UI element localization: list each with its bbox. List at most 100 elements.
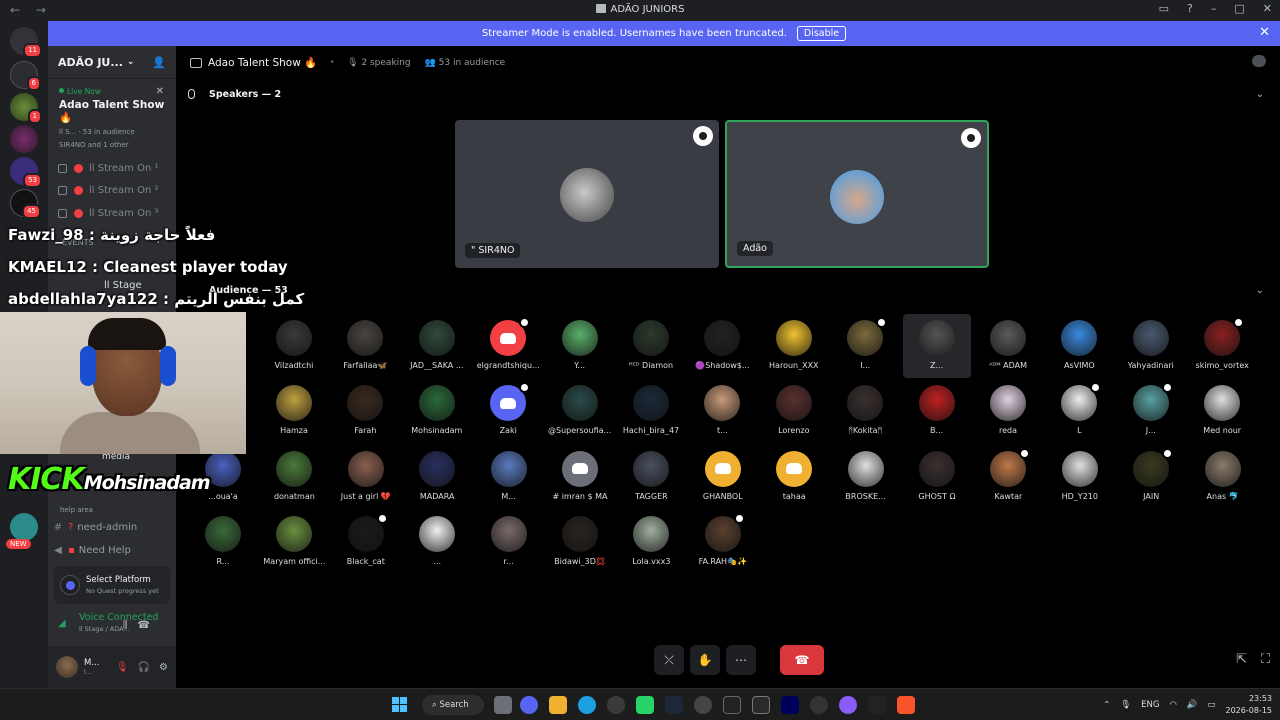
audience-member[interactable]: HD_Y210 (1046, 445, 1114, 509)
soundboard-icon[interactable]: ⫼ (123, 620, 138, 631)
whatsapp-icon[interactable] (636, 696, 654, 714)
wifi-icon[interactable]: ◠ (1169, 700, 1176, 710)
audience-member[interactable]: Kawtar (974, 445, 1042, 509)
audience-member[interactable]: Z... (902, 314, 971, 378)
channel-need-admin[interactable]: #? need-admin (48, 522, 137, 533)
audience-member[interactable]: elgrandtshiqu... (474, 314, 542, 378)
maximize-button[interactable]: □ (1234, 2, 1244, 15)
disconnect-button[interactable]: ☎ (780, 645, 824, 675)
app-icon[interactable] (723, 696, 741, 714)
windows-start-icon[interactable] (392, 697, 407, 712)
audience-member[interactable]: r... (475, 510, 543, 574)
mic-muted-icon[interactable]: 🎙 (116, 662, 129, 673)
channel-item[interactable]: ll Stream On ³ (48, 202, 176, 225)
audience-member[interactable]: Lorenzo (760, 379, 828, 443)
inbox-icon[interactable]: ▭ (1159, 2, 1169, 15)
chevron-up-icon[interactable]: ⌃ (1103, 700, 1110, 710)
channel-need-help[interactable]: ◀ ▪ Need Help (48, 545, 131, 556)
help-icon[interactable]: ? (1187, 2, 1193, 15)
disconnect-icon[interactable]: ☎ (138, 620, 160, 631)
file-explorer-icon[interactable] (549, 696, 567, 714)
audience-member[interactable]: BROSKE... (832, 445, 900, 509)
popout-icon[interactable]: ⇱ (1236, 652, 1247, 667)
audience-member[interactable]: B... (903, 379, 971, 443)
channel-item[interactable]: ll Stream On ¹ (48, 157, 176, 180)
audience-member[interactable]: FA.RAH🎭✨ (689, 510, 757, 574)
audience-member[interactable]: Mohsinadam (403, 379, 471, 443)
audience-member[interactable]: Y... (546, 314, 614, 378)
audience-member[interactable]: Bidawi_3D💢 (546, 510, 614, 574)
brave-icon[interactable] (897, 696, 915, 714)
mic-icon[interactable]: 🎙 (1120, 700, 1131, 710)
speakers-section-header[interactable]: Speakers — 2 ⌄ (188, 84, 1264, 104)
close-icon[interactable]: ✕ (156, 86, 164, 97)
raise-hand-icon[interactable]: ✋ (690, 645, 720, 675)
headset-icon[interactable]: 🎧 (138, 662, 150, 673)
taskbar-search[interactable]: ⌕ Search (422, 695, 484, 715)
audience-member[interactable]: t... (688, 379, 756, 443)
more-options-icon[interactable]: ⋯ (726, 645, 756, 675)
audience-member[interactable]: MADARA (403, 445, 471, 509)
audience-member[interactable]: Vilzadtchi (260, 314, 328, 378)
audience-member[interactable]: J... (1117, 379, 1185, 443)
speaker-tile[interactable]: Adão (725, 120, 989, 268)
audience-member[interactable]: 🟣Shadow$... (688, 314, 756, 378)
audience-member[interactable]: Farfallaa🦋 (331, 314, 399, 378)
volume-icon[interactable]: 🔊 (1187, 700, 1198, 710)
audience-member[interactable]: I... (831, 314, 899, 378)
speaker-tile[interactable]: " SIR4NO (455, 120, 719, 268)
task-view-icon[interactable] (494, 696, 512, 714)
premiere-icon[interactable] (781, 696, 799, 714)
audience-member[interactable]: ... (403, 510, 471, 574)
audience-member[interactable]: reda (974, 379, 1042, 443)
server-icon[interactable]: 6 (10, 61, 41, 91)
clock[interactable]: 23:53 2026-08-15 (1226, 693, 1273, 717)
audience-member[interactable]: JAIN (1117, 445, 1185, 509)
audience-member[interactable]: Farah (331, 379, 399, 443)
server-icon[interactable] (10, 125, 38, 153)
audience-member[interactable]: TAGGER (617, 445, 685, 509)
audience-member[interactable]: Just a girl 💔 (332, 445, 400, 509)
quest-card[interactable]: Select Platform No Quest progress yet (54, 566, 170, 604)
language-indicator[interactable]: ENG (1141, 700, 1159, 710)
audience-member[interactable]: Zaki (474, 379, 542, 443)
audience-member[interactable]: AsVIMO (1045, 314, 1113, 378)
server-icon[interactable] (10, 513, 38, 541)
minimize-button[interactable]: – (1211, 2, 1217, 15)
fullscreen-icon[interactable]: ⛶ (1261, 652, 1270, 667)
audience-member[interactable]: Maryam offici... (260, 510, 328, 574)
app-icon[interactable] (839, 696, 857, 714)
live-stage-card[interactable]: Live Now ✕ Adao Talent Show 🔥 ll S... · … (54, 83, 170, 153)
capcut-icon[interactable] (868, 696, 886, 714)
server-icon[interactable]: 45 (10, 189, 41, 219)
audience-member[interactable]: Anas 🐬 (1189, 445, 1257, 509)
gear-icon[interactable]: ⚙ (159, 662, 168, 673)
audience-member[interactable]: Lola.vxx3 (617, 510, 685, 574)
audience-section-header[interactable]: Audience — 53 ⌄ (188, 280, 1264, 300)
audience-member[interactable]: @Supersoufia... (546, 379, 614, 443)
audience-member[interactable]: skimo_vortex (1188, 314, 1256, 378)
close-window-button[interactable]: ✕ (1263, 2, 1272, 15)
audience-member[interactable]: tahaa (760, 445, 828, 509)
audience-member[interactable]: Hachi_bira_47 (617, 379, 685, 443)
audience-member[interactable]: Hamza (260, 379, 328, 443)
audience-member[interactable]: JAD__SAKA ... (403, 314, 471, 378)
battery-icon[interactable]: ▭ (1207, 700, 1215, 710)
server-icon[interactable]: 1 (10, 93, 42, 124)
app-icon[interactable] (810, 696, 828, 714)
audience-member[interactable]: ᴿᴱᴰ Diamon (617, 314, 685, 378)
add-member-icon[interactable]: 👤 (152, 56, 166, 69)
audience-member[interactable]: ᛗKokitaᛗ (831, 379, 899, 443)
home-icon[interactable]: 11 (10, 27, 42, 58)
obs-icon[interactable] (607, 696, 625, 714)
audience-member[interactable]: Yahyadinari (1117, 314, 1185, 378)
steam-icon[interactable] (665, 696, 683, 714)
leave-stage-icon[interactable]: ⤫ (654, 645, 684, 675)
chevron-down-icon[interactable]: ⌄ (1256, 285, 1264, 296)
disable-streamer-button[interactable]: Disable (796, 26, 847, 41)
app-icon[interactable] (694, 696, 712, 714)
audience-member[interactable]: GHANBOL (689, 445, 757, 509)
chat-icon[interactable] (1252, 55, 1266, 67)
server-header[interactable]: ADÃO JU... ⌄ 👤 (48, 46, 176, 79)
channel-item[interactable]: ll Stream On ² (48, 180, 176, 203)
